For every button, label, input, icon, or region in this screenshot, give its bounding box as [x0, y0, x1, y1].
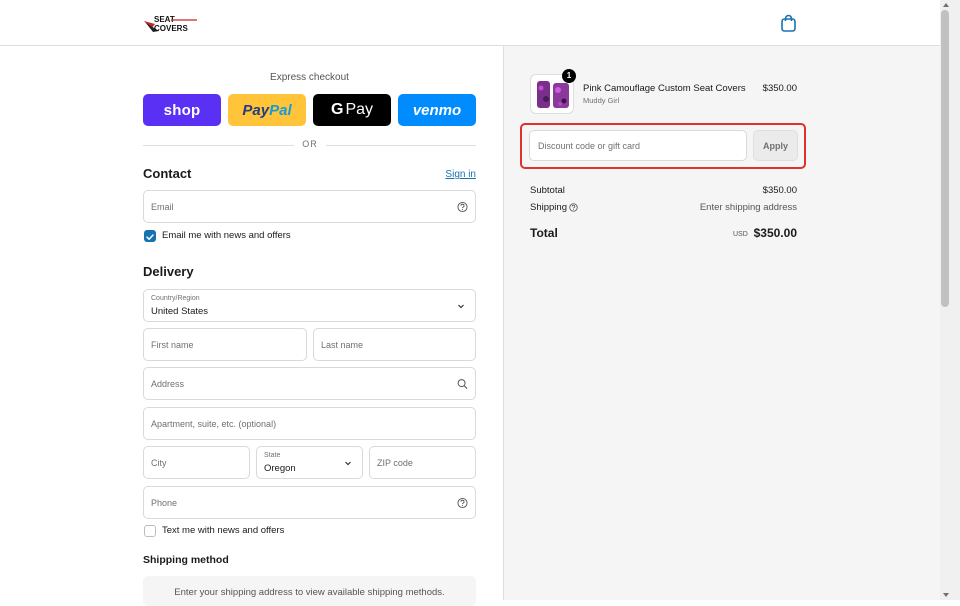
state-select[interactable]: State Oregon	[256, 446, 363, 479]
phone-placeholder: Phone	[151, 497, 178, 508]
total-label: Total	[530, 226, 558, 240]
apartment-placeholder: Apartment, suite, etc. (optional)	[151, 418, 277, 429]
apply-label: Apply	[762, 140, 788, 151]
subtotal-label: Subtotal	[530, 185, 565, 196]
first-name-field[interactable]: First name	[143, 328, 307, 361]
state-value: Oregon	[264, 463, 296, 474]
shop-pay-label: shop	[163, 101, 201, 119]
country-value: United States	[151, 306, 209, 317]
subtotal-value: $350.00	[762, 185, 797, 196]
scroll-down-arrow-icon[interactable]	[941, 591, 951, 599]
paypal-label-pal: Pal	[269, 101, 292, 119]
logo-text-covers: COVERS	[154, 24, 188, 33]
total-value: $350.00	[753, 226, 797, 240]
or-divider-label: OR	[302, 139, 318, 149]
chevron-down-icon	[458, 304, 464, 308]
help-circle-icon[interactable]	[457, 201, 468, 212]
scrollbar-thumb[interactable]	[941, 10, 949, 307]
state-label: State	[264, 452, 281, 459]
shipping-method-heading: Shipping method	[143, 554, 229, 566]
country-select[interactable]: Country/Region United States	[143, 289, 476, 322]
zip-placeholder: ZIP code	[377, 457, 413, 468]
scroll-up-arrow-icon[interactable]	[941, 1, 951, 9]
divider-left	[143, 145, 294, 146]
contact-heading: Contact	[143, 166, 192, 181]
address-field[interactable]: Address	[143, 367, 476, 400]
shopping-bag-icon[interactable]	[780, 14, 797, 32]
google-g-icon: G	[330, 101, 344, 118]
country-label: Country/Region	[151, 295, 200, 302]
first-name-placeholder: First name	[151, 339, 194, 350]
city-field[interactable]: City	[143, 446, 250, 479]
text-news-checkbox[interactable]	[144, 525, 156, 537]
shipping-method-info: Enter your shipping address to view avai…	[143, 576, 476, 606]
google-pay-label: Pay	[345, 101, 374, 118]
help-circle-icon[interactable]	[457, 497, 468, 508]
email-field[interactable]: Email	[143, 190, 476, 223]
delivery-heading: Delivery	[143, 264, 194, 279]
venmo-button[interactable]: venmo	[398, 94, 476, 126]
shop-pay-button[interactable]: shop	[143, 94, 221, 126]
divider-right	[326, 145, 476, 146]
seat-covers-logo[interactable]: SEAT COVERS	[143, 12, 199, 34]
shipping-value: Enter shipping address	[699, 202, 797, 213]
express-checkout-title: Express checkout	[270, 72, 349, 83]
discount-code-field[interactable]	[529, 130, 747, 161]
last-name-field[interactable]: Last name	[313, 328, 476, 361]
quantity-badge: 1	[562, 69, 576, 83]
paypal-button[interactable]: Pay Pal	[228, 94, 306, 126]
paypal-label-pay: Pay	[242, 101, 270, 119]
product-price: $350.00	[762, 83, 797, 94]
text-news-label: Text me with news and offers	[162, 525, 285, 536]
venmo-label: venmo	[412, 101, 462, 119]
sign-in-link[interactable]: Sign in	[430, 169, 476, 180]
phone-field[interactable]: Phone	[143, 486, 476, 519]
zip-field[interactable]: ZIP code	[369, 446, 476, 479]
product-name: Pink Camouflage Custom Seat Covers	[583, 83, 746, 94]
email-placeholder: Email	[151, 201, 174, 212]
checkmark-icon	[146, 234, 154, 240]
apply-discount-button[interactable]: Apply	[753, 130, 798, 161]
product-variant: Muddy Girl	[583, 96, 620, 105]
search-icon	[457, 378, 468, 389]
google-pay-button[interactable]: G Pay	[313, 94, 391, 126]
last-name-placeholder: Last name	[321, 339, 364, 350]
shipping-label: Shipping	[530, 202, 567, 213]
checkout-header: SEAT COVERS	[0, 0, 940, 46]
email-news-checkbox[interactable]	[144, 230, 156, 242]
apartment-field[interactable]: Apartment, suite, etc. (optional)	[143, 407, 476, 440]
city-placeholder: City	[151, 457, 167, 468]
chevron-down-icon	[345, 461, 351, 465]
help-circle-icon[interactable]	[569, 203, 578, 212]
address-placeholder: Address	[151, 378, 185, 389]
email-news-label: Email me with news and offers	[162, 230, 291, 241]
discount-code-input[interactable]	[530, 131, 746, 160]
